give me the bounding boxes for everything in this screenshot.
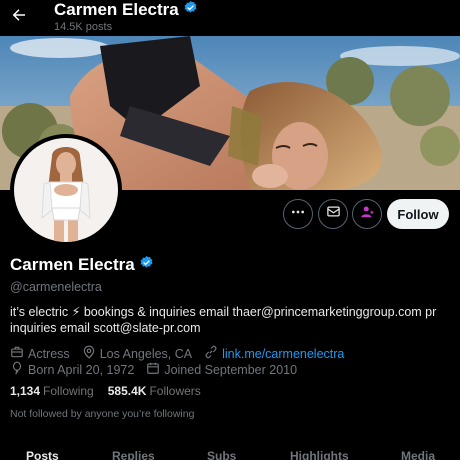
joined-item: Joined September 2010 [146, 361, 297, 378]
subscribe-button[interactable] [352, 199, 382, 229]
more-options-button[interactable] [283, 199, 313, 229]
birthday-text: Born April 20, 1972 [28, 362, 135, 377]
profile-name: Carmen Electra [10, 255, 135, 274]
balloon-icon [10, 361, 24, 378]
birthday-item: Born April 20, 1972 [10, 361, 134, 378]
bio-line-2: inquiries email scott@slate-pr.com [10, 321, 201, 335]
verified-badge-icon [183, 0, 198, 20]
website-link[interactable]: link.me/carmenelectra [222, 347, 344, 361]
profile-meta-row-2: Born April 20, 1972 Joined September 201… [10, 361, 309, 378]
following-label: Following [43, 384, 94, 398]
follow-button[interactable]: Follow [387, 199, 449, 229]
not-followed-note: Not followed by anyone you’re following [10, 408, 195, 420]
profile-bio: it’s electric ⚡ bookings & inquiries ema… [10, 304, 450, 336]
briefcase-icon [10, 345, 24, 362]
followers-label: Followers [149, 384, 201, 398]
subscribe-person-star-icon [360, 204, 375, 224]
location-item: Los Angeles, CA [82, 345, 192, 362]
tab-highlights[interactable]: Highlights [290, 449, 349, 460]
profile-name-row: Carmen Electra [10, 255, 154, 275]
verified-badge-icon[interactable] [139, 255, 154, 275]
profile-meta-row-1: Actress Los Angeles, CA link.me/carmenel… [10, 345, 356, 362]
followers-count: 585.4K [107, 384, 147, 398]
profile-handle: @carmenelectra [10, 280, 102, 294]
profile-tabs: Posts Replies Subs Highlights Media [0, 446, 460, 460]
followers-link[interactable]: 585.4K Followers [108, 384, 201, 398]
header-name: Carmen Electra [54, 0, 179, 19]
calendar-icon [146, 361, 160, 378]
message-button[interactable] [318, 199, 348, 229]
follow-stats: 1,134 Following 585.4K Followers [10, 384, 201, 398]
profile-avatar[interactable] [10, 134, 122, 246]
more-dots-icon [290, 204, 306, 225]
tab-posts[interactable]: Posts [26, 449, 59, 460]
tab-subs[interactable]: Subs [207, 449, 236, 460]
link-icon [204, 345, 218, 362]
location-pin-icon [82, 345, 96, 362]
following-count: 1,134 [10, 384, 41, 398]
joined-text: Joined September 2010 [164, 362, 298, 377]
bio-line-1: it’s electric ⚡ bookings & inquiries ema… [10, 305, 437, 319]
tab-replies[interactable]: Replies [112, 449, 155, 460]
website-item[interactable]: link.me/carmenelectra [204, 345, 344, 362]
posts-count: 14.5K posts [54, 21, 113, 33]
location-text: Los Angeles, CA [99, 346, 193, 361]
category-item: Actress [10, 345, 70, 362]
top-bar: Carmen Electra 14.5K posts [0, 0, 460, 36]
category-text: Actress [28, 346, 70, 361]
envelope-icon [326, 204, 341, 224]
back-arrow-icon[interactable] [8, 4, 30, 26]
header-name-row: Carmen Electra [54, 0, 198, 20]
tab-media[interactable]: Media [401, 449, 435, 460]
following-link[interactable]: 1,134 Following [10, 384, 94, 398]
